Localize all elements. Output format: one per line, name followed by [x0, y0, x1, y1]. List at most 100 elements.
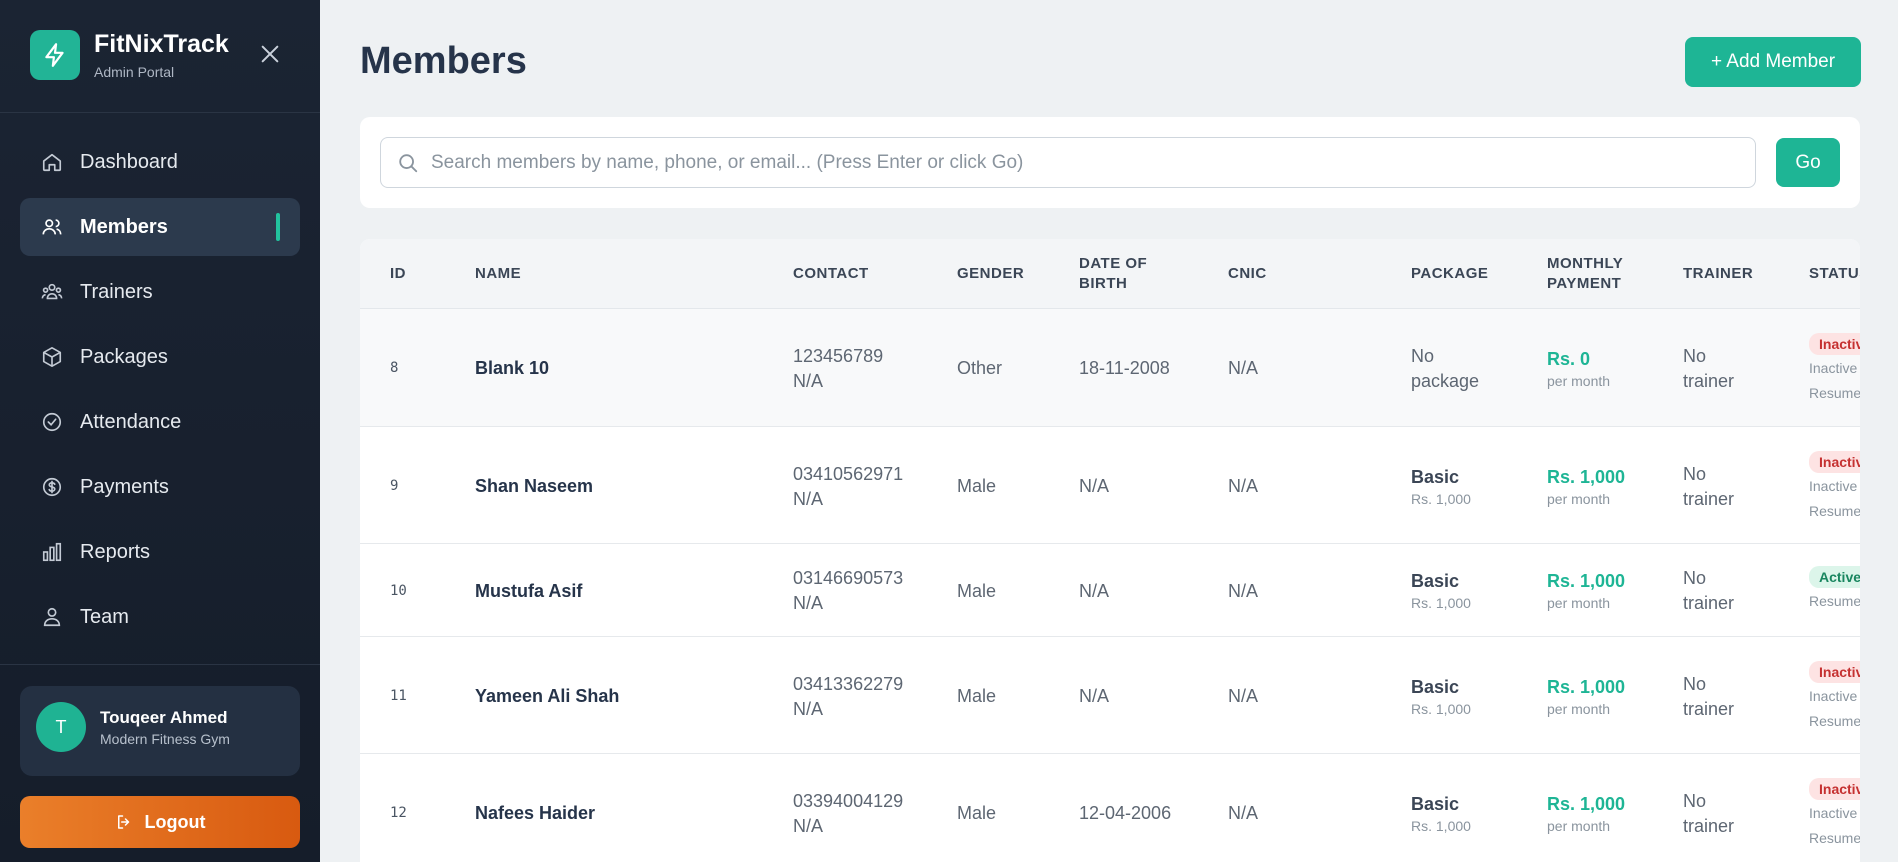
member-contact: 03394004129 N/A — [793, 789, 903, 839]
col-id: ID — [390, 265, 406, 282]
sidebar-item-members[interactable]: Members — [20, 198, 300, 256]
member-contact: 03410562971 N/A — [793, 462, 903, 512]
member-contact: 03413362279 N/A — [793, 672, 903, 722]
payment-period: per month — [1547, 701, 1611, 717]
users-icon — [40, 215, 64, 239]
member-dob: N/A — [1079, 581, 1110, 601]
member-trainer: No trainer — [1683, 344, 1734, 394]
status-sub: Resumed — [1809, 713, 1860, 729]
divider — [0, 664, 320, 665]
sidebar-item-packages[interactable]: Packages — [20, 328, 300, 386]
status-sub: Resumed — [1809, 593, 1860, 609]
status-sub: Inactive — [1809, 360, 1858, 376]
trainer-line2: trainer — [1683, 699, 1735, 719]
col-gender: GENDER — [957, 265, 1025, 282]
user-name: Touqeer Ahmed — [100, 708, 228, 727]
brand-name: FitNixTrack — [94, 30, 229, 58]
person-icon — [40, 605, 64, 629]
member-contact: 03146690573 N/A — [793, 566, 903, 616]
sidebar-item-payments[interactable]: Payments — [20, 458, 300, 516]
sidebar-item-label: Packages — [80, 345, 168, 368]
dollar-circle-icon — [40, 475, 64, 499]
member-id: 10 — [390, 583, 407, 599]
search-panel: Go — [360, 117, 1860, 208]
table-row[interactable]: 11 Yameen Ali Shah 03413362279 N/A Male … — [360, 637, 1860, 754]
col-contact: CONTACT — [793, 265, 869, 282]
member-name: Nafees Haider — [475, 803, 596, 823]
member-name: Yameen Ali Shah — [475, 686, 620, 706]
member-package: Basic Rs. 1,000 — [1411, 569, 1471, 612]
member-gender: Male — [957, 803, 997, 823]
sidebar-item-dashboard[interactable]: Dashboard — [20, 133, 300, 191]
col-trainer: TRAINER — [1683, 265, 1754, 282]
member-status: Inactive Inactive Resumed — [1809, 776, 1860, 851]
member-contact: 123456789 N/A — [793, 344, 883, 394]
sidebar-item-trainers[interactable]: Trainers — [20, 263, 300, 321]
home-icon — [40, 150, 64, 174]
col-dob: DATE OF BIRTH — [1079, 254, 1147, 294]
package-name: Basic — [1411, 467, 1460, 487]
member-status: Inactive Inactive Resumed — [1809, 659, 1860, 734]
search-box — [380, 137, 1756, 188]
member-trainer: No trainer — [1683, 566, 1734, 616]
member-package: Basic Rs. 1,000 — [1411, 792, 1471, 835]
package-name: Basic — [1411, 794, 1460, 814]
sidebar-item-attendance[interactable]: Attendance — [20, 393, 300, 451]
sidebar-item-label: Dashboard — [80, 150, 178, 173]
member-phone: 03413362279 — [793, 674, 904, 694]
bar-chart-icon — [40, 540, 64, 564]
go-button[interactable]: Go — [1776, 138, 1840, 187]
member-payment: Rs. 1,000 per month — [1547, 569, 1625, 612]
add-member-button[interactable]: + Add Member — [1685, 37, 1861, 87]
payment-amount: Rs. 1,000 — [1547, 571, 1626, 591]
status-sub: Resumed — [1809, 503, 1860, 519]
package-icon — [40, 345, 64, 369]
member-trainer: No trainer — [1683, 789, 1734, 839]
col-payment-line2: PAYMENT — [1547, 275, 1622, 292]
col-payment: MONTHLY PAYMENT — [1547, 254, 1623, 294]
table-row[interactable]: 8 Blank 10 123456789 N/A Other 18-11-200… — [360, 309, 1860, 427]
member-phone: 123456789 — [793, 346, 884, 366]
sidebar-item-reports[interactable]: Reports — [20, 523, 300, 581]
member-package: Basic Rs. 1,000 — [1411, 675, 1471, 718]
sidebar-item-label: Team — [80, 605, 129, 628]
search-input[interactable] — [431, 151, 1731, 174]
status-sub: Resumed — [1809, 385, 1860, 401]
brand-header: FitNixTrack Admin Portal — [0, 0, 320, 113]
member-gender: Other — [957, 358, 1003, 378]
package-name: Basic — [1411, 677, 1460, 697]
table-row[interactable]: 10 Mustufa Asif 03146690573 N/A Male N/A… — [360, 544, 1860, 637]
package-name: Basic — [1411, 571, 1460, 591]
member-phone: 03410562971 — [793, 464, 904, 484]
member-payment: Rs. 1,000 per month — [1547, 792, 1625, 835]
lightning-icon — [30, 30, 80, 80]
member-cnic: N/A — [1228, 476, 1259, 496]
status-badge: Inactive — [1809, 661, 1860, 683]
member-payment: Rs. 1,000 per month — [1547, 675, 1625, 718]
member-email: N/A — [793, 489, 824, 509]
package-price: Rs. 1,000 — [1411, 491, 1471, 507]
user-card: T Touqeer Ahmed Modern Fitness Gym — [20, 686, 300, 776]
status-sub: Resumed — [1809, 830, 1860, 846]
member-email: N/A — [793, 593, 824, 613]
logout-button[interactable]: Logout — [20, 796, 300, 848]
table-row[interactable]: 12 Nafees Haider 03394004129 N/A Male 12… — [360, 754, 1860, 862]
group-icon — [40, 280, 64, 304]
sidebar-item-label: Reports — [80, 540, 151, 563]
payment-amount: Rs. 0 — [1547, 349, 1591, 369]
sidebar-nav: Dashboard Members Trainers Packages Atte… — [20, 133, 300, 653]
status-badge: Inactive — [1809, 451, 1860, 473]
col-package: PACKAGE — [1411, 265, 1489, 282]
member-payment: Rs. 1,000 per month — [1547, 465, 1625, 508]
package-price: Rs. 1,000 — [1411, 701, 1471, 717]
status-badge: Inactive — [1809, 333, 1860, 355]
trainer-line2: trainer — [1683, 593, 1735, 613]
member-package: Basic Rs. 1,000 — [1411, 465, 1471, 508]
close-icon[interactable] — [256, 40, 284, 68]
table-row[interactable]: 9 Shan Naseem 03410562971 N/A Male N/A N… — [360, 427, 1860, 544]
member-status: Active Resumed — [1809, 564, 1860, 614]
sidebar-item-team[interactable]: Team — [20, 588, 300, 646]
trainer-line1: No — [1683, 464, 1707, 484]
member-phone: 03146690573 — [793, 568, 904, 588]
package-line1: No — [1411, 346, 1435, 366]
